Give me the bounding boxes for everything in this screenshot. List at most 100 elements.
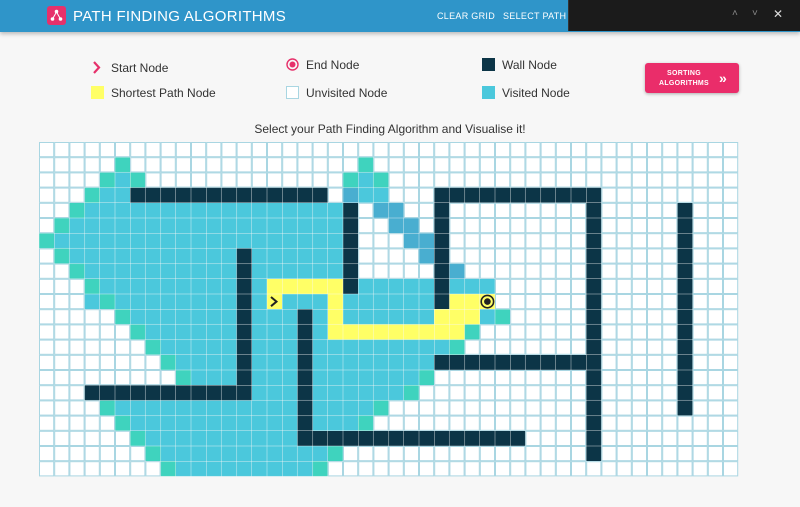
unvisited-node[interactable] (449, 202, 465, 218)
unvisited-node[interactable] (707, 324, 723, 340)
visited-node[interactable] (373, 187, 389, 203)
unvisited-node[interactable] (647, 263, 663, 279)
unvisited-node[interactable] (510, 324, 526, 340)
unvisited-node[interactable] (221, 142, 237, 158)
edge-node[interactable] (358, 415, 374, 431)
unvisited-node[interactable] (631, 370, 647, 386)
wall-node[interactable] (586, 202, 602, 218)
unvisited-node[interactable] (449, 172, 465, 188)
unvisited-node[interactable] (631, 187, 647, 203)
unvisited-node[interactable] (160, 172, 176, 188)
unvisited-node[interactable] (373, 248, 389, 264)
unvisited-node[interactable] (464, 218, 480, 234)
visited-node[interactable] (252, 324, 267, 340)
unvisited-node[interactable] (69, 461, 85, 477)
unvisited-node[interactable] (601, 218, 617, 234)
wall-node[interactable] (586, 324, 602, 340)
visited-node[interactable] (160, 263, 176, 279)
wall-node[interactable] (160, 187, 176, 203)
unvisited-node[interactable] (54, 263, 70, 279)
unvisited-node[interactable] (130, 446, 146, 462)
unvisited-node[interactable] (84, 400, 100, 416)
unvisited-node[interactable] (540, 278, 556, 295)
unvisited-node[interactable] (571, 385, 587, 401)
wall-node[interactable] (236, 324, 252, 340)
unvisited-node[interactable] (707, 172, 723, 188)
unvisited-node[interactable] (130, 142, 146, 158)
wall-node[interactable] (297, 400, 313, 416)
wall-node[interactable] (586, 400, 602, 416)
visited-node[interactable] (115, 218, 130, 233)
unvisited-node[interactable] (145, 142, 161, 158)
path-node[interactable] (267, 294, 282, 309)
unvisited-node[interactable] (540, 202, 556, 218)
wall-node[interactable] (312, 187, 328, 203)
unvisited-node[interactable] (647, 202, 663, 218)
unvisited-node[interactable] (540, 400, 556, 416)
wall-node[interactable] (677, 355, 693, 370)
unvisited-node[interactable] (449, 248, 465, 264)
unvisited-node[interactable] (479, 415, 495, 431)
unvisited-node[interactable] (419, 461, 435, 477)
wall-node[interactable] (221, 187, 237, 203)
unvisited-node[interactable] (510, 172, 526, 188)
visited-node[interactable] (252, 202, 267, 218)
visited-node[interactable] (54, 233, 70, 249)
visited-node[interactable] (221, 324, 237, 340)
unvisited-node[interactable] (707, 142, 723, 158)
path-node[interactable] (373, 324, 389, 340)
unvisited-node[interactable] (39, 294, 55, 310)
visited-node[interactable] (343, 415, 358, 431)
unvisited-node[interactable] (525, 400, 541, 416)
visited-node[interactable] (464, 279, 480, 294)
wall-node[interactable] (586, 430, 602, 446)
unvisited-node[interactable] (160, 157, 176, 173)
visited-node[interactable] (297, 218, 313, 233)
unvisited-node[interactable] (39, 218, 55, 234)
wall-node[interactable] (677, 218, 693, 233)
unvisited-node[interactable] (464, 415, 480, 431)
unvisited-node[interactable] (327, 157, 343, 173)
visited-node[interactable] (191, 461, 206, 477)
edge-node[interactable] (312, 461, 328, 477)
unvisited-node[interactable] (616, 172, 632, 188)
wall-node[interactable] (677, 248, 693, 264)
unvisited-node[interactable] (69, 309, 85, 325)
unvisited-node[interactable] (707, 278, 723, 295)
unvisited-node[interactable] (84, 339, 100, 355)
unvisited-node[interactable] (662, 278, 678, 295)
unvisited-node[interactable] (373, 142, 389, 158)
wall-node[interactable] (434, 355, 450, 370)
unvisited-node[interactable] (616, 370, 632, 386)
unvisited-node[interactable] (647, 278, 663, 295)
unvisited-node[interactable] (647, 233, 663, 249)
unvisited-node[interactable] (692, 385, 708, 401)
unvisited-node[interactable] (510, 461, 526, 477)
unvisited-node[interactable] (555, 339, 571, 355)
visited-node[interactable] (252, 385, 267, 401)
unvisited-node[interactable] (434, 415, 450, 431)
edge-node[interactable] (464, 324, 480, 340)
unvisited-node[interactable] (510, 339, 526, 355)
unvisited-node[interactable] (692, 339, 708, 355)
path-node[interactable] (449, 309, 465, 325)
unvisited-node[interactable] (388, 415, 404, 431)
unvisited-node[interactable] (510, 446, 526, 462)
edge-node[interactable] (343, 172, 358, 188)
unvisited-node[interactable] (69, 446, 85, 462)
wall-node[interactable] (677, 370, 693, 385)
unvisited-node[interactable] (358, 218, 374, 234)
visited-node[interactable] (99, 279, 115, 294)
unvisited-node[interactable] (647, 172, 663, 188)
unvisited-node[interactable] (39, 187, 55, 203)
unvisited-node[interactable] (84, 446, 100, 462)
visited-node[interactable] (206, 263, 222, 279)
unvisited-node[interactable] (631, 430, 647, 446)
visited-node[interactable] (388, 279, 404, 294)
unvisited-node[interactable] (464, 385, 480, 401)
unvisited-node[interactable] (358, 446, 374, 462)
unvisited-node[interactable] (297, 142, 313, 158)
unvisited-node[interactable] (707, 370, 723, 386)
unvisited-node[interactable] (677, 172, 693, 188)
wall-node[interactable] (343, 233, 358, 249)
